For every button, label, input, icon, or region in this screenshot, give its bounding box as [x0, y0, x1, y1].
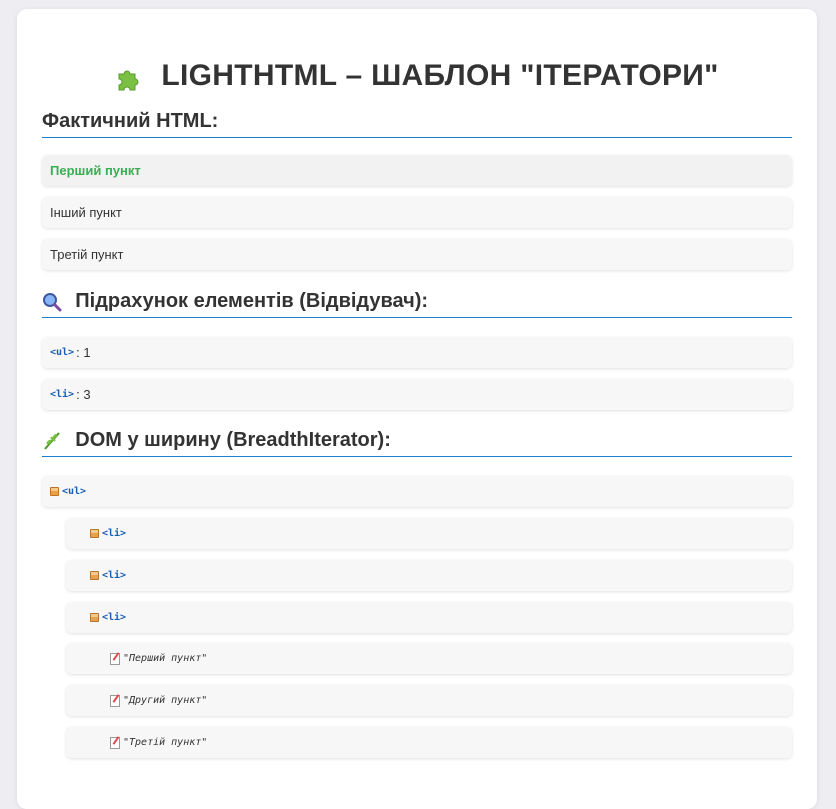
package-icon — [90, 571, 99, 580]
herb-icon — [42, 430, 67, 451]
puzzle-piece-icon — [115, 60, 151, 91]
count-row: <li>: 3 — [42, 379, 792, 410]
list-item: Перший пункт — [42, 155, 792, 186]
section-counter-title: Підрахунок елементів (Відвідувач): — [42, 290, 792, 318]
tree-node: <li> — [66, 518, 792, 549]
magnifier-icon — [42, 291, 67, 312]
memo-icon — [110, 736, 120, 749]
count-row: <ul>: 1 — [42, 337, 792, 368]
package-icon — [90, 613, 99, 622]
tree-node: "Перший пункт" — [66, 643, 792, 674]
tree-node: <li> — [66, 560, 792, 591]
list-item: Інший пункт — [42, 197, 792, 228]
page-title: LIGHTHTML – ШАБЛОН "ІТЕРАТОРИ" — [17, 59, 817, 93]
list-item: Третій пункт — [42, 239, 792, 270]
tree-node: "Другий пункт" — [66, 685, 792, 716]
section-bfs-title: DOM у ширину (BreadthIterator): — [42, 429, 792, 457]
page-title-text: LIGHTHTML – ШАБЛОН "ІТЕРАТОРИ" — [161, 59, 719, 92]
memo-icon — [110, 652, 120, 665]
package-icon — [50, 487, 59, 496]
package-icon — [90, 529, 99, 538]
section-html-title: Фактичний HTML: — [42, 110, 792, 138]
tree-node: <li> — [66, 602, 792, 633]
tree-node: "Третій пункт" — [66, 727, 792, 758]
tree-node: <ul> — [42, 476, 792, 507]
content-card: LIGHTHTML – ШАБЛОН "ІТЕРАТОРИ" Фактичний… — [17, 9, 817, 809]
memo-icon — [110, 694, 120, 707]
